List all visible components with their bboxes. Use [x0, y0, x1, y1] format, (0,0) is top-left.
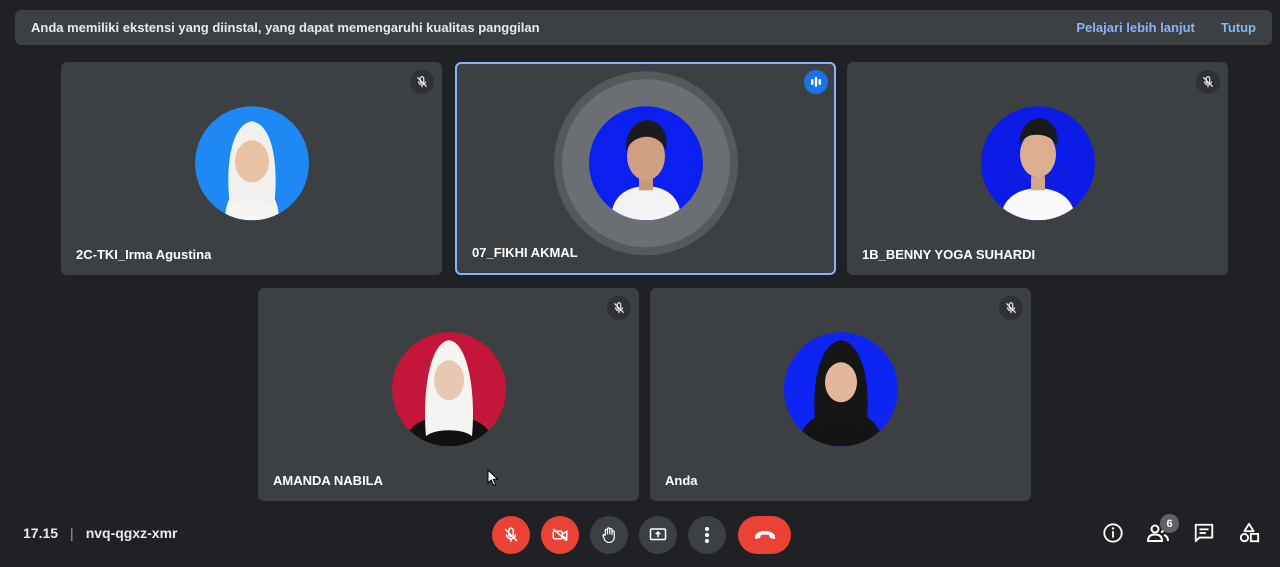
chat-button[interactable] [1191, 520, 1217, 546]
mic-off-icon [607, 296, 631, 320]
participant-tile[interactable]: Anda [650, 288, 1031, 501]
chat-icon [1194, 523, 1214, 543]
participant-tile[interactable]: 1B_BENNY YOGA SUHARDI [847, 62, 1228, 275]
participant-tile[interactable]: 2C-TKI_Irma Agustina [61, 62, 442, 275]
people-button[interactable]: 6 [1145, 514, 1179, 546]
mic-off-icon [410, 70, 434, 94]
close-banner-link[interactable]: Tutup [1221, 20, 1256, 35]
extension-warning-banner: Anda memiliki ekstensi yang diinstal, ya… [15, 10, 1272, 45]
present-icon [649, 528, 667, 541]
present-screen-button[interactable] [639, 516, 677, 554]
avatar [194, 105, 309, 220]
participant-name: AMANDA NABILA [273, 473, 384, 488]
camera-off-icon [552, 528, 568, 542]
mic-off-icon [1196, 70, 1220, 94]
participant-count-badge: 6 [1160, 514, 1179, 533]
mouse-cursor-icon [487, 468, 499, 492]
meeting-code: nvq-qgxz-xmr [85, 525, 178, 541]
banner-message: Anda memiliki ekstensi yang diinstal, ya… [31, 20, 540, 35]
call-end-icon [754, 531, 775, 539]
activities-button[interactable] [1236, 520, 1262, 546]
divider: | [70, 525, 74, 541]
participant-name: 07_FIKHI AKMAL [472, 245, 578, 260]
speaking-indicator-icon [804, 70, 828, 94]
microphone-toggle-button[interactable] [492, 516, 530, 554]
more-vert-icon [705, 527, 709, 543]
leave-call-button[interactable] [738, 516, 791, 554]
learn-more-link[interactable]: Pelajari lebih lanjut [1076, 20, 1194, 35]
avatar [783, 331, 898, 446]
raise-hand-button[interactable] [590, 516, 628, 554]
participant-tile[interactable]: AMANDA NABILA [258, 288, 639, 501]
camera-toggle-button[interactable] [541, 516, 579, 554]
activities-icon [1239, 522, 1260, 543]
bottom-control-bar: 17.15 | nvq-qgxz-xmr 6 [0, 505, 1280, 567]
participant-name: Anda [665, 473, 698, 488]
participant-name: 2C-TKI_Irma Agustina [76, 247, 212, 262]
hand-icon [602, 527, 615, 544]
avatar [391, 331, 506, 446]
participant-tile-active[interactable]: 07_FIKHI AKMAL [455, 62, 836, 275]
more-options-button[interactable] [688, 516, 726, 554]
participant-name: 1B_BENNY YOGA SUHARDI [862, 247, 1036, 262]
meeting-details-button[interactable] [1100, 520, 1126, 546]
meeting-time: 17.15 [23, 525, 59, 541]
avatar [553, 70, 738, 255]
meeting-details: 17.15 | nvq-qgxz-xmr [23, 525, 177, 541]
avatar [980, 105, 1095, 220]
mic-off-icon [504, 527, 518, 542]
info-icon [1103, 523, 1123, 543]
mic-off-icon [999, 296, 1023, 320]
